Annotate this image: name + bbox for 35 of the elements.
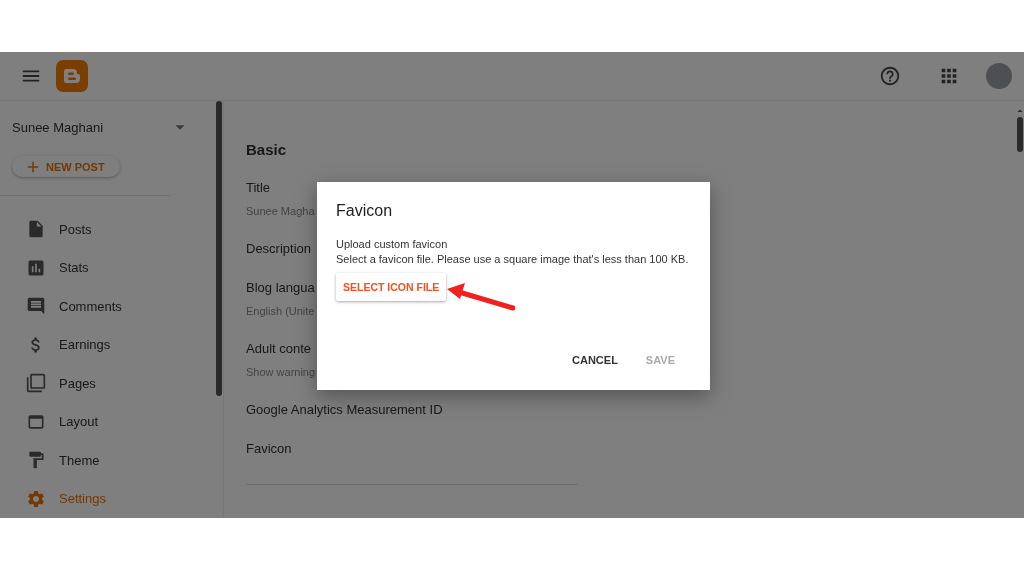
setting-label: Adult conte bbox=[246, 341, 312, 356]
document-icon bbox=[26, 219, 46, 240]
setting-label: Google Analytics Measurement ID bbox=[246, 402, 443, 417]
sidebar-item[interactable]: Pages bbox=[0, 364, 215, 403]
sidebar-item[interactable]: Comments bbox=[0, 287, 215, 326]
help-icon[interactable] bbox=[879, 65, 901, 87]
setting-label: Title bbox=[246, 180, 271, 195]
scrollbar-thumb[interactable] bbox=[216, 101, 222, 396]
account-name: Sunee Maghani bbox=[12, 119, 104, 135]
new-post-button[interactable]: NEW POST bbox=[12, 156, 120, 177]
setting-label: Favicon bbox=[246, 441, 292, 456]
setting-label: Blog langua bbox=[246, 280, 315, 295]
sidebar-item[interactable]: Posts bbox=[0, 210, 215, 249]
settings-icon bbox=[26, 488, 46, 509]
dialog-button[interactable]: CANCEL bbox=[566, 350, 624, 370]
section-heading: Basic bbox=[246, 141, 288, 158]
sidebar-item[interactable]: Settings bbox=[0, 479, 215, 518]
sidebar-item[interactable]: Stats bbox=[0, 248, 215, 287]
select-icon-file-button[interactable]: SELECT ICON FILE bbox=[336, 273, 447, 301]
avatar[interactable] bbox=[986, 63, 1012, 89]
sidebar-item[interactable]: Theme bbox=[0, 441, 215, 480]
setting-label: Description bbox=[246, 241, 312, 256]
logo-icon bbox=[56, 60, 88, 92]
dialog-text: Select a favicon file. Please use a square image that's less than 100 KB. bbox=[336, 253, 690, 265]
annotation-arrow bbox=[445, 282, 515, 312]
sidebar-item[interactable]: Layout bbox=[0, 402, 215, 441]
dialog-heading: Upload custom favicon bbox=[336, 238, 449, 250]
sidebar-item[interactable]: Earnings bbox=[0, 325, 215, 364]
paint-roller-icon bbox=[26, 450, 46, 471]
setting-value: Sunee Magha bbox=[246, 205, 315, 217]
copy-icon bbox=[26, 373, 46, 394]
dialog-title: Favicon bbox=[336, 202, 394, 220]
setting-value: English (Unite bbox=[246, 305, 315, 317]
scrollbar-thumb[interactable] bbox=[1017, 117, 1023, 152]
setting-value: Show warning bbox=[246, 366, 316, 378]
